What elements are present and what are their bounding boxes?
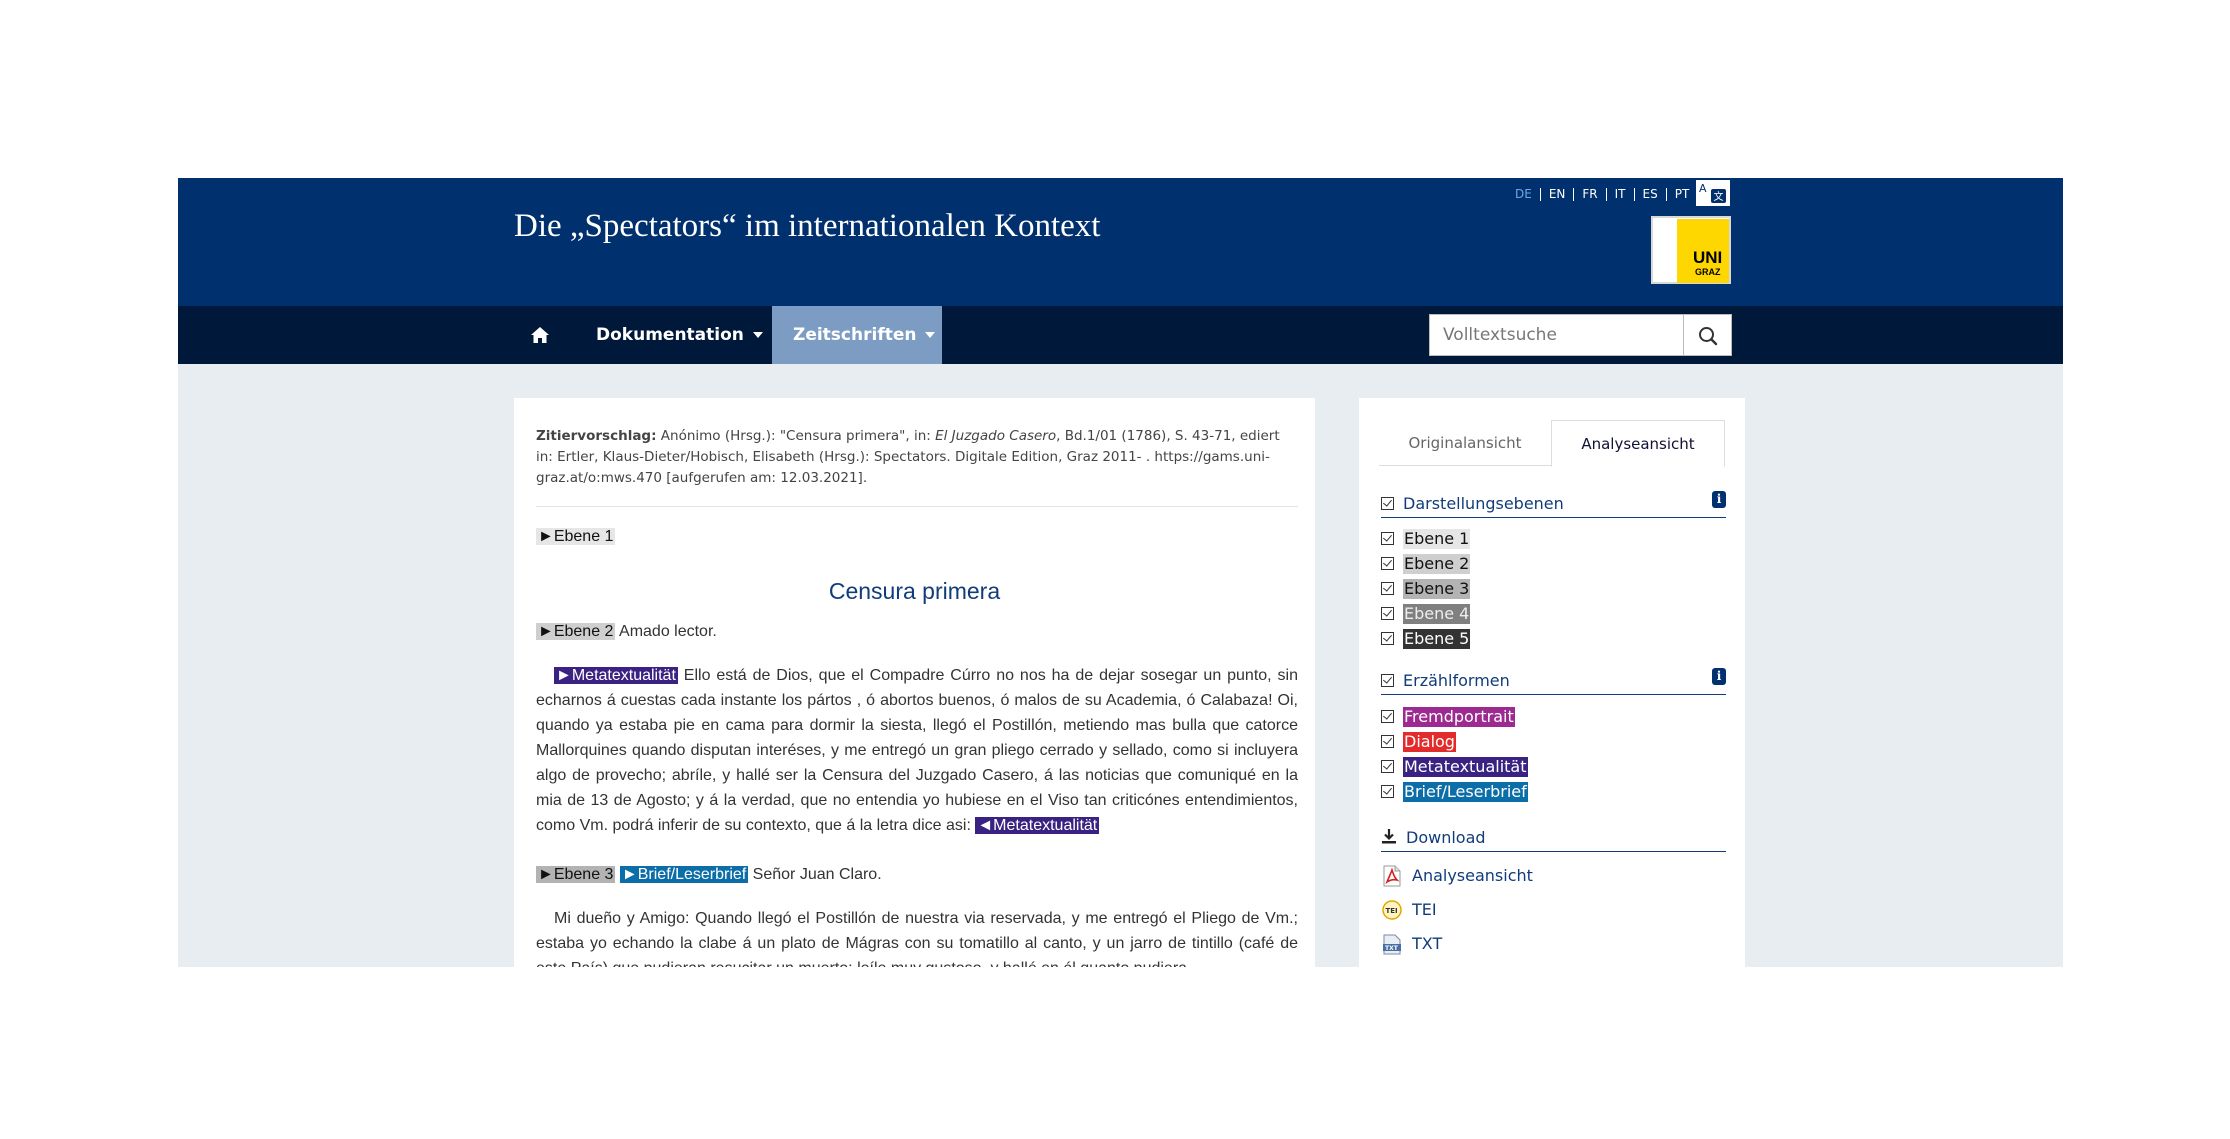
checkbox-icon[interactable] [1381, 710, 1394, 723]
analysis-sidebar: Originalansicht Analyseansicht Darstellu… [1359, 398, 1745, 967]
lang-en[interactable]: EN [1541, 187, 1575, 201]
checkbox-icon[interactable] [1381, 785, 1394, 798]
ebene1-line: ►Ebene 1 [536, 528, 616, 546]
citation-suggestion: Zitiervorschlag: Anónimo (Hrsg.): "Censu… [536, 426, 1298, 489]
option-label: Fremdportrait [1403, 707, 1515, 727]
download-analyseansicht-label: Analyseansicht [1412, 866, 1533, 885]
checkbox-icon[interactable] [1381, 632, 1394, 645]
option-label: Ebene 2 [1403, 554, 1471, 574]
info-icon[interactable]: i [1712, 668, 1726, 685]
ebene1-marker[interactable]: ►Ebene 1 [536, 528, 616, 545]
checkbox-icon[interactable] [1381, 674, 1394, 687]
chevron-down-icon [752, 332, 763, 338]
ebene2-line: ►Ebene 2 Amado lector. [536, 623, 717, 641]
download-tei-label: TEI [1412, 900, 1437, 919]
nav-dokumentation-label: Dokumentation [596, 325, 744, 345]
document-panel: Zitiervorschlag: Anónimo (Hrsg.): "Censu… [514, 398, 1315, 967]
txt-icon-text: TXT [1385, 945, 1399, 952]
txt-file-icon: TXT [1383, 934, 1401, 955]
language-switcher: DE EN FR IT ES PT [1507, 184, 1697, 204]
checkbox-icon[interactable] [1381, 607, 1394, 620]
tab-analyseansicht[interactable]: Analyseansicht [1551, 420, 1725, 467]
lang-de[interactable]: DE [1507, 187, 1541, 201]
citation-label: Zitiervorschlag: [536, 428, 657, 444]
checkbox-icon[interactable] [1381, 582, 1394, 595]
checkbox-icon[interactable] [1381, 760, 1394, 773]
checkbox-icon[interactable] [1381, 497, 1394, 510]
nav-dokumentation[interactable]: Dokumentation [575, 306, 784, 364]
option-label: Ebene 3 [1403, 579, 1471, 599]
section-erzaehlformen-title: Erzählformen [1403, 671, 1510, 690]
section-darstellungsebenen[interactable]: Darstellungsebenen i [1381, 491, 1726, 518]
option-label: Dialog [1403, 732, 1456, 752]
nav-zeitschriften[interactable]: Zeitschriften [772, 306, 942, 364]
metatextualitaet-close-marker[interactable]: ◄Metatextualität [975, 817, 1100, 834]
lang-it[interactable]: IT [1607, 187, 1635, 201]
ebene2-text: Amado lector. [615, 623, 717, 640]
tei-icon-text: TEI [1386, 907, 1398, 915]
lang-pt[interactable]: PT [1667, 187, 1698, 201]
pdf-file-icon [1383, 865, 1401, 887]
citation-text-before: Anónimo (Hrsg.): "Censura primera", in: [656, 428, 936, 444]
section-darstellungsebenen-title: Darstellungsebenen [1403, 494, 1564, 513]
logo-text-uni: UNI [1693, 248, 1723, 267]
paragraph-1: ►Metatextualität Ello está de Dios, que … [536, 663, 1298, 838]
chevron-down-icon [925, 332, 936, 338]
brief-open-marker[interactable]: ►Brief/Leserbrief [619, 866, 749, 883]
option-label: Ebene 5 [1403, 629, 1471, 649]
download-icon [1382, 829, 1396, 844]
site-header: Die „Spectators“ im internationalen Kont… [178, 178, 2063, 306]
browser-viewport: Die „Spectators“ im internationalen Kont… [178, 178, 2063, 967]
nav-zeitschriften-label: Zeitschriften [793, 325, 917, 345]
tei-file-icon: TEI [1382, 900, 1402, 920]
search-button[interactable] [1683, 314, 1732, 356]
citation-journal: El Juzgado Casero [935, 428, 1057, 444]
uni-graz-logo[interactable]: UNI GRAZ [1651, 216, 1731, 284]
checkbox-icon[interactable] [1381, 735, 1394, 748]
translate-icon[interactable]: A 文 [1696, 180, 1730, 206]
checkbox-icon[interactable] [1381, 532, 1394, 545]
lang-es[interactable]: ES [1635, 187, 1667, 201]
option-label: Ebene 4 [1403, 604, 1471, 624]
logo-text-graz: GRAZ [1695, 267, 1721, 277]
ebene2-marker[interactable]: ►Ebene 2 [536, 623, 616, 640]
section-erzaehlformen[interactable]: Erzählformen i [1381, 668, 1726, 695]
option-label: Ebene 1 [1403, 529, 1471, 549]
metatextualitaet-open-marker[interactable]: ►Metatextualität [554, 667, 678, 684]
search-icon [1699, 327, 1718, 346]
paragraph-2: Mi dueño y Amigo: Quando llegó el Postil… [536, 910, 1298, 967]
svg-text:A: A [1699, 182, 1707, 195]
ebene3-line: ►Ebene 3 ►Brief/Leserbrief Señor Juan Cl… [536, 866, 882, 884]
search-input[interactable] [1429, 314, 1684, 356]
view-tabs: Originalansicht Analyseansicht [1379, 420, 1725, 467]
ebene3-marker[interactable]: ►Ebene 3 [536, 866, 616, 883]
lang-fr[interactable]: FR [1574, 187, 1607, 201]
ebene3-text: Señor Juan Claro. [748, 866, 882, 883]
paragraph-1-text: Ello está de Dios, que el Compadre Cúrro… [536, 667, 1298, 834]
section-download: Download [1381, 828, 1726, 852]
main-navigation: Dokumentation Zeitschriften [178, 306, 2063, 364]
section-download-title: Download [1406, 828, 1486, 847]
option-label: Brief/Leserbrief [1403, 782, 1528, 802]
home-icon[interactable] [528, 324, 552, 346]
divider [536, 506, 1298, 507]
document-heading: Censura primera [828, 578, 1001, 604]
tab-originalansicht[interactable]: Originalansicht [1379, 420, 1551, 466]
info-icon[interactable]: i [1712, 491, 1726, 508]
svg-text:文: 文 [1714, 190, 1724, 203]
download-txt-label: TXT [1412, 934, 1443, 953]
checkbox-icon[interactable] [1381, 557, 1394, 570]
site-title[interactable]: Die „Spectators“ im internationalen Kont… [514, 208, 1100, 245]
option-label: Metatextualität [1403, 757, 1528, 777]
